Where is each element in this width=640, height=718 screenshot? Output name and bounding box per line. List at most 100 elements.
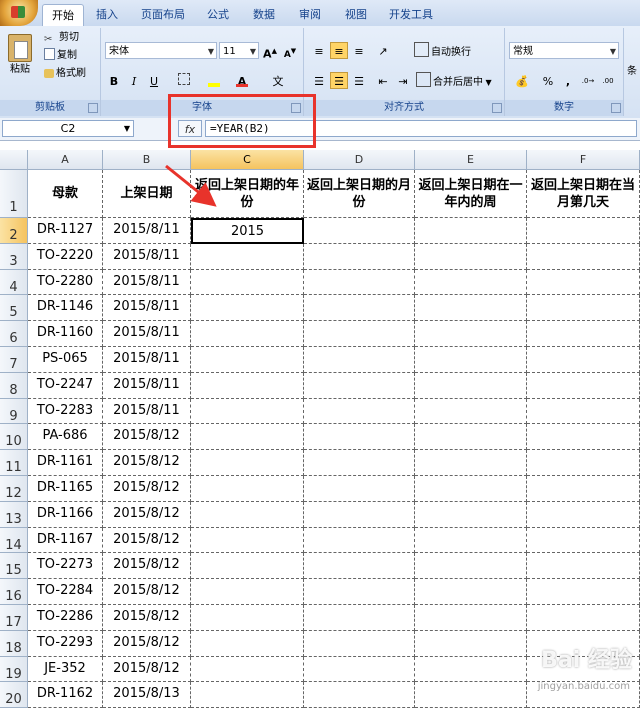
table-cell[interactable]: DR-1160 [28, 321, 103, 347]
table-cell[interactable] [415, 218, 527, 244]
table-cell[interactable]: TO-2273 [28, 553, 103, 580]
row-header[interactable]: 13 [0, 501, 28, 528]
align-middle-icon[interactable]: ≡ [330, 42, 348, 59]
tab-formulas[interactable]: 公式 [198, 4, 238, 26]
column-header-b[interactable]: B [103, 150, 191, 170]
table-cell[interactable] [415, 295, 527, 322]
table-cell[interactable] [304, 372, 415, 399]
wrap-text-button[interactable]: 自动换行 [414, 42, 471, 61]
row-header[interactable]: 16 [0, 579, 28, 605]
table-cell[interactable] [527, 295, 640, 322]
table-cell[interactable] [527, 321, 640, 347]
underline-button[interactable]: U [145, 72, 163, 89]
table-cell[interactable] [527, 501, 640, 528]
table-cell[interactable] [415, 605, 527, 631]
table-cell[interactable] [304, 218, 415, 244]
table-cell[interactable] [304, 579, 415, 605]
table-cell[interactable]: 2015/8/11 [103, 347, 191, 373]
select-all-corner[interactable] [0, 150, 28, 170]
row-header[interactable]: 4 [0, 269, 28, 296]
tab-data[interactable]: 数据 [244, 4, 284, 26]
table-cell[interactable] [304, 450, 415, 476]
conditional-format-button[interactable]: 条 [627, 64, 637, 80]
header-cell[interactable]: 返回上架日期的年份 [191, 170, 304, 218]
table-cell[interactable] [527, 579, 640, 605]
align-top-icon[interactable]: ≡ [310, 42, 328, 59]
table-cell[interactable] [415, 527, 527, 554]
name-box[interactable]: C2 ▼ [2, 120, 134, 137]
table-cell[interactable]: DR-1165 [28, 476, 103, 502]
table-cell[interactable]: TO-2220 [28, 243, 103, 270]
bold-button[interactable]: B [105, 72, 123, 89]
table-cell[interactable] [527, 527, 640, 554]
table-cell[interactable]: 2015/8/11 [103, 372, 191, 399]
table-cell[interactable] [304, 656, 415, 683]
decrease-indent-icon[interactable]: ⇤ [374, 72, 392, 89]
header-cell[interactable]: 返回上架日期在当月第几天 [527, 170, 640, 218]
table-cell[interactable]: 2015/8/12 [103, 656, 191, 683]
column-header-e[interactable]: E [415, 150, 527, 170]
table-cell[interactable] [415, 501, 527, 528]
table-cell[interactable]: 2015/8/12 [103, 553, 191, 580]
table-cell[interactable] [191, 347, 304, 373]
table-cell[interactable] [527, 243, 640, 270]
table-cell[interactable] [191, 269, 304, 296]
table-cell[interactable] [304, 501, 415, 528]
table-cell[interactable] [191, 579, 304, 605]
table-cell[interactable]: PA-686 [28, 424, 103, 451]
table-cell[interactable] [304, 398, 415, 425]
table-cell[interactable] [191, 450, 304, 476]
column-header-f[interactable]: F [527, 150, 640, 170]
table-cell[interactable]: 2015/8/12 [103, 605, 191, 631]
table-cell[interactable] [527, 605, 640, 631]
tab-review[interactable]: 审阅 [290, 4, 330, 26]
table-cell[interactable] [191, 476, 304, 502]
row-header[interactable]: 18 [0, 630, 28, 657]
tab-home[interactable]: 开始 [42, 4, 84, 27]
table-cell[interactable] [191, 553, 304, 580]
table-cell[interactable] [304, 295, 415, 322]
table-cell[interactable]: 2015/8/11 [103, 321, 191, 347]
column-header-d[interactable]: D [304, 150, 415, 170]
table-cell[interactable]: PS-065 [28, 347, 103, 373]
row-header[interactable]: 7 [0, 347, 28, 373]
table-cell[interactable] [304, 269, 415, 296]
tab-view[interactable]: 视图 [336, 4, 376, 26]
table-cell[interactable] [415, 347, 527, 373]
font-name-select[interactable]: 宋体 ▼ [105, 42, 217, 59]
table-cell[interactable]: TO-2293 [28, 630, 103, 657]
table-cell[interactable] [415, 682, 527, 709]
table-cell[interactable] [527, 553, 640, 580]
table-cell[interactable] [415, 476, 527, 502]
fill-color-icon[interactable] [205, 72, 223, 89]
table-cell[interactable]: DR-1166 [28, 501, 103, 528]
table-cell[interactable]: 2015/8/12 [103, 527, 191, 554]
borders-icon[interactable] [175, 72, 193, 89]
table-cell[interactable]: 2015/8/12 [103, 579, 191, 605]
italic-button[interactable]: I [125, 72, 143, 89]
row-header[interactable]: 20 [0, 682, 28, 709]
grow-font-icon[interactable]: A▲ [261, 42, 279, 61]
align-left-icon[interactable]: ☰ [310, 72, 328, 89]
table-cell[interactable] [527, 398, 640, 425]
table-cell[interactable] [415, 243, 527, 270]
table-cell[interactable]: 2015/8/12 [103, 630, 191, 657]
cut-button[interactable]: ✂ 剪切 [44, 30, 79, 46]
table-cell[interactable]: 2015/8/11 [103, 243, 191, 270]
percent-button[interactable]: % [539, 72, 557, 89]
shrink-font-icon[interactable]: A▼ [281, 42, 299, 60]
font-size-select[interactable]: 11 ▼ [219, 42, 259, 59]
alignment-launcher-icon[interactable] [492, 103, 502, 113]
table-cell[interactable]: DR-1161 [28, 450, 103, 476]
decrease-decimal-icon[interactable]: .00 [599, 72, 617, 89]
table-cell[interactable]: TO-2247 [28, 372, 103, 399]
row-header[interactable]: 3 [0, 243, 28, 270]
table-cell[interactable]: TO-2283 [28, 398, 103, 425]
font-color-icon[interactable]: A [233, 72, 251, 89]
clipboard-launcher-icon[interactable] [88, 103, 98, 113]
table-cell[interactable] [415, 372, 527, 399]
table-cell[interactable]: TO-2284 [28, 579, 103, 605]
table-cell[interactable]: DR-1146 [28, 295, 103, 322]
row-header[interactable]: 8 [0, 372, 28, 399]
table-cell[interactable] [304, 476, 415, 502]
